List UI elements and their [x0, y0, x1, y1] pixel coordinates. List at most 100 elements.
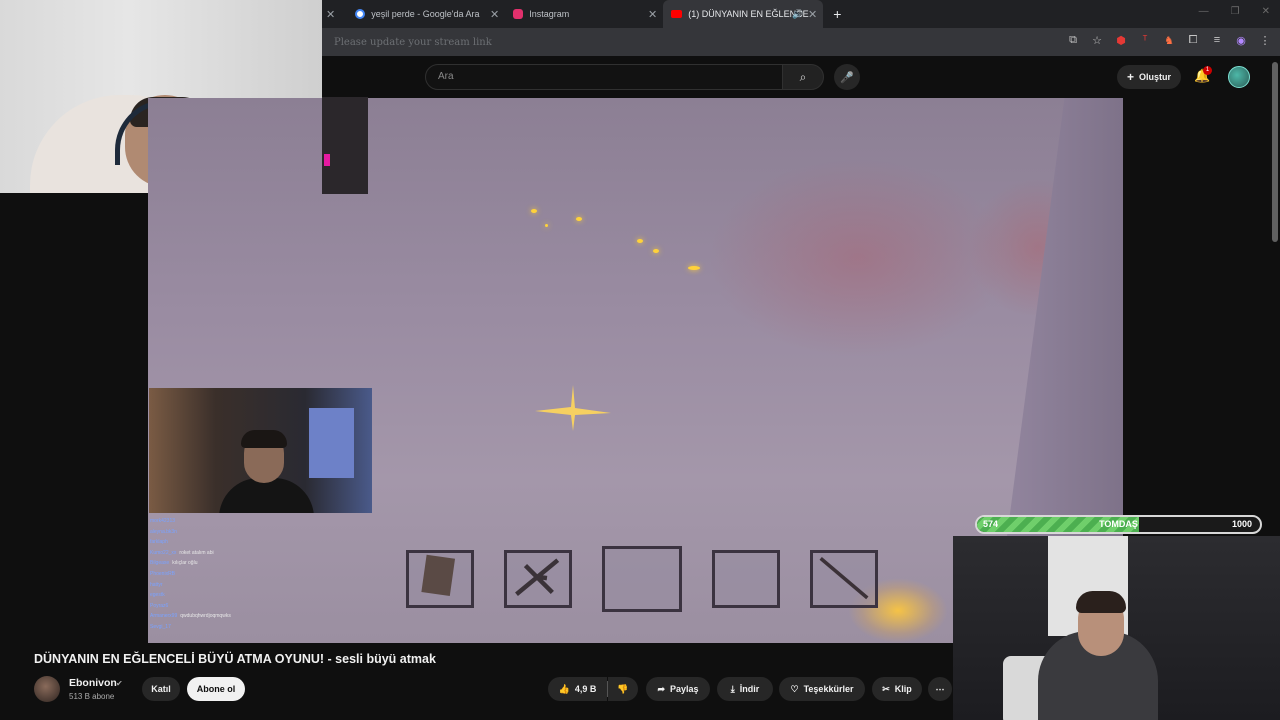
hotbar [406, 546, 878, 612]
chat-user: farklaph [150, 539, 168, 546]
stream-overlay-strip [322, 97, 368, 194]
chat-user: Bilgeaxe [150, 560, 170, 567]
chat-line: hattyr [150, 580, 350, 591]
chat-line: egestk [150, 590, 350, 601]
page-scrollbar[interactable] [1272, 62, 1278, 242]
goal-name: TOMDAŞ [1099, 519, 1138, 529]
hotbar-slot-empty-selected[interactable] [602, 546, 682, 612]
scissors-icon: ✂ [882, 683, 890, 694]
hotbar-slot-book[interactable] [406, 550, 474, 608]
chat-line: Poyraz6 [150, 601, 350, 612]
thanks-label: Teşekkürler [803, 684, 854, 694]
youtube-header: Ara ⌕ 🎤 + Oluştur 🔔 1 [322, 56, 1280, 98]
spark [688, 266, 700, 270]
cast-icon[interactable]: ⧉ [1066, 34, 1080, 47]
url-text: Please update your stream link [334, 36, 492, 48]
minimize-icon[interactable]: — [1199, 6, 1209, 17]
chat-user: mork42313 [150, 518, 176, 524]
spark [531, 209, 537, 213]
toolbar-icons: ⧉ ☆ ⬢ ᵀ ♞ ⧠ ≡ ◉ ⋮ [1066, 34, 1272, 47]
chat-line: Bilgeaxe kılıçlar oğlu [150, 558, 350, 569]
thanks-button[interactable]: ♡ Teşekkürler [779, 677, 865, 701]
tab-youtube[interactable]: (1) DÜNYANIN EN EĞLENCE 🔊 ✕ [663, 0, 824, 28]
close-icon[interactable]: ✕ [326, 8, 335, 21]
dislike-button[interactable]: 👎 [608, 677, 638, 701]
new-tab-icon[interactable]: + [833, 6, 841, 22]
streamer-webcam-bottom [953, 536, 1280, 720]
media-control-icon[interactable]: ≡ [1210, 34, 1224, 47]
extension-red-icon[interactable]: ⬢ [1114, 34, 1128, 47]
search-input[interactable]: Ara [425, 64, 783, 90]
chat-line: farklaph [150, 537, 350, 548]
create-label: Oluştur [1139, 72, 1172, 82]
mic-icon[interactable]: 🎤 [834, 64, 860, 90]
close-window-icon[interactable]: ✕ [1262, 6, 1270, 17]
close-icon[interactable]: ✕ [808, 8, 817, 21]
join-button[interactable]: Katıl [142, 677, 180, 701]
join-label: Katıl [151, 684, 171, 694]
guest-webcam [149, 388, 372, 513]
share-button[interactable]: ➦ Paylaş [646, 677, 710, 701]
chat-user: hattyr [150, 581, 163, 588]
chat-user: PhoenixRB [150, 570, 176, 577]
download-button[interactable]: ⤓ İndir [717, 677, 773, 701]
book-icon [421, 554, 456, 597]
youtube-icon [671, 10, 683, 18]
create-button[interactable]: + Oluştur [1117, 65, 1182, 89]
hotbar-slot-wand[interactable] [810, 550, 878, 608]
thumbs-down-icon: 👎 [617, 683, 629, 694]
chat-message: roket atalım abi [179, 549, 214, 556]
chat-line: PhoenixRB [150, 569, 350, 580]
notification-badge: 1 [1203, 66, 1212, 75]
chat-line: mork42313 [150, 516, 350, 527]
close-icon[interactable]: ✕ [648, 8, 657, 21]
chat-user: Sevgi_17 [150, 623, 171, 630]
tab-google[interactable]: yeşil perde - Google'da Ara ✕ [347, 0, 505, 28]
chat-line: Sevgi_17 [150, 622, 350, 633]
clip-label: Klip [894, 684, 912, 694]
hotbar-slot-crossbow[interactable] [504, 550, 572, 608]
goal-target: 1000 [1231, 519, 1252, 529]
tab-instagram[interactable]: Instagram ✕ [505, 0, 663, 28]
download-icon: ⤓ [730, 683, 735, 694]
extension-te-icon[interactable]: ᵀ [1138, 34, 1152, 47]
extensions-icon[interactable]: ⧠ [1186, 34, 1200, 47]
browser-tab-bar: ✕ yeşil perde - Google'da Ara ✕ Instagra… [322, 0, 1280, 28]
extension-fox-icon[interactable]: ♞ [1162, 34, 1176, 47]
restore-icon[interactable]: ❐ [1231, 6, 1240, 17]
profile-icon[interactable]: ◉ [1234, 34, 1248, 47]
spark [653, 249, 659, 253]
like-button[interactable]: 👍 4,9 B [548, 677, 607, 701]
spark [637, 239, 643, 243]
share-label: Paylaş [670, 684, 699, 694]
subscribe-button[interactable]: Abone ol [187, 677, 245, 701]
chat-user: aleyna.bk3n [150, 528, 177, 535]
thanks-icon: ♡ [790, 683, 799, 694]
like-count: 4,9 B [574, 684, 597, 694]
chat-overlay: mork42313 aleyna.bk3n farklaph Kumo22_xx… [150, 516, 350, 633]
wand-icon [819, 557, 869, 600]
hotbar-slot-empty[interactable] [712, 550, 780, 608]
more-icon: ⋯ [935, 683, 945, 694]
more-button[interactable]: ⋯ [928, 677, 952, 701]
spark [545, 224, 548, 227]
share-icon: ➦ [657, 683, 665, 694]
search-icon[interactable]: ⌕ [782, 64, 824, 90]
chat-user: Poyraz6 [150, 602, 169, 609]
close-icon[interactable]: ✕ [490, 8, 499, 21]
streamer-hair [1076, 591, 1126, 613]
star-icon[interactable]: ☆ [1090, 34, 1104, 47]
chat-user: Kumo22_xx [150, 549, 177, 556]
address-bar[interactable]: Please update your stream link ⧉ ☆ ⬢ ᵀ ♞… [322, 28, 1280, 56]
clip-button[interactable]: ✂ Klip [872, 677, 922, 701]
channel-avatar[interactable] [34, 676, 60, 702]
account-avatar[interactable] [1228, 66, 1250, 88]
verified-icon: ✔ [116, 679, 123, 688]
tab-title: (1) DÜNYANIN EN EĞLENCE [688, 9, 809, 19]
speaker-icon[interactable]: 🔊 [792, 9, 803, 20]
channel-name[interactable]: Ebonivon [69, 677, 117, 689]
menu-icon[interactable]: ⋮ [1258, 34, 1272, 47]
guest-hair [241, 430, 287, 448]
fog-red [708, 158, 1008, 358]
plus-icon: + [1127, 70, 1135, 84]
